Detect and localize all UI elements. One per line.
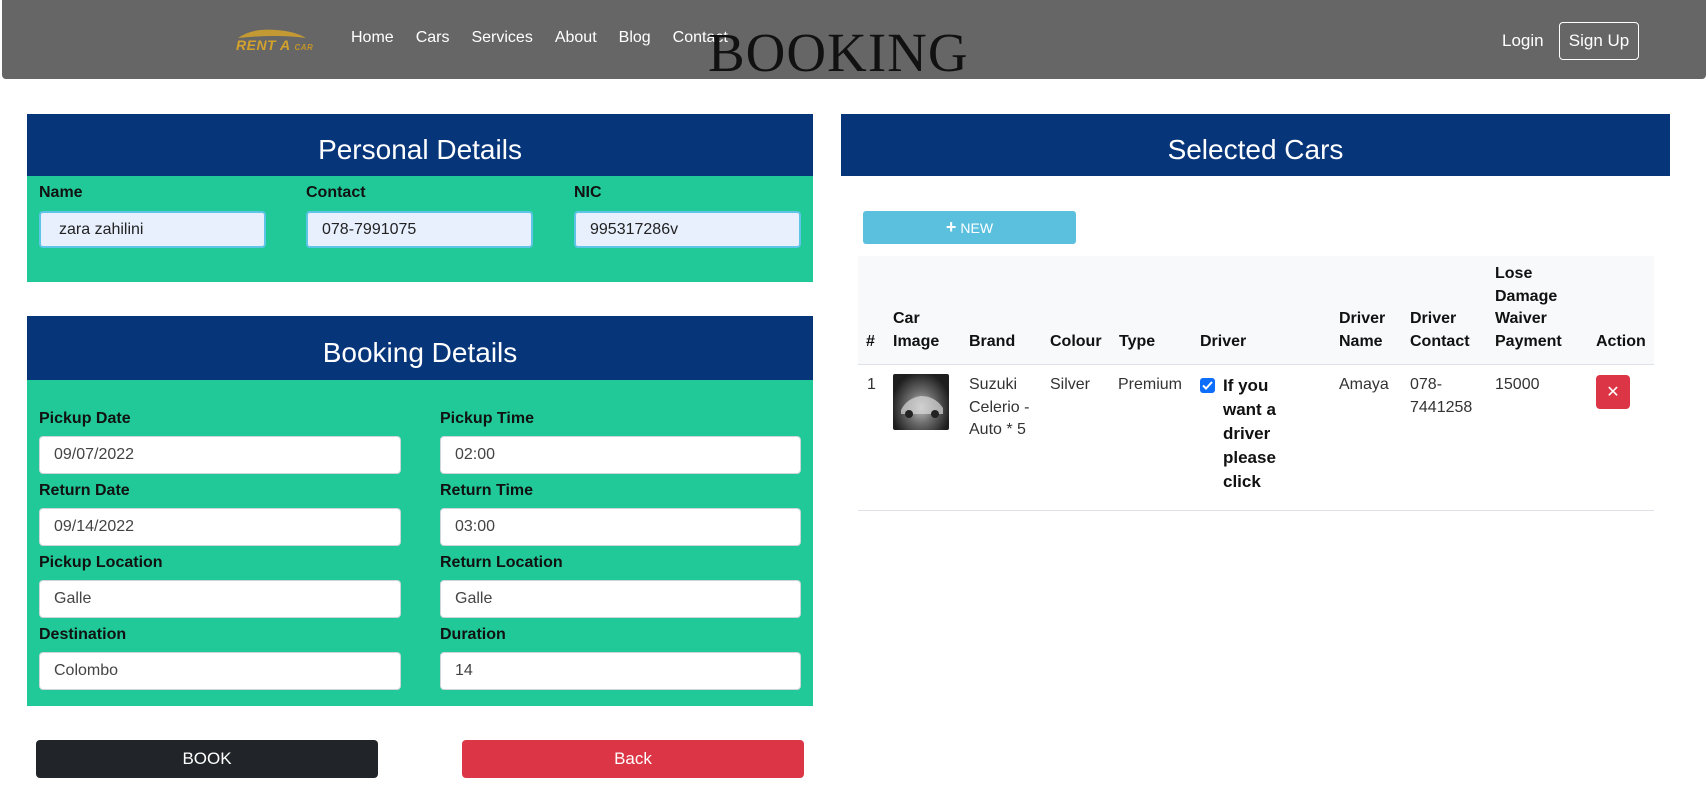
name-field[interactable]: zara zahilini <box>39 211 266 248</box>
new-button-label: NEW <box>960 219 994 236</box>
back-button[interactable]: Back <box>462 740 804 778</box>
nav-blog[interactable]: Blog <box>619 29 651 47</box>
car-thumbnail <box>893 374 949 430</box>
th-ldw-payment: Lose Damage Waiver Payment <box>1495 265 1562 350</box>
pickup-time-label: Pickup Time <box>440 410 534 427</box>
row-index: 1 <box>867 376 876 393</box>
selected-cars-header: Selected Cars <box>841 114 1670 176</box>
booking-details-header: Booking Details <box>27 316 813 380</box>
row-brand: Suzuki Celerio - Auto * 5 <box>969 376 1030 438</box>
return-date-label: Return Date <box>39 482 130 499</box>
plus-icon: + <box>945 217 957 237</box>
th-driver-name: Driver Name <box>1339 310 1386 350</box>
table-row-divider <box>858 510 1654 511</box>
return-time-field[interactable]: 03:00 <box>440 508 801 546</box>
login-link[interactable]: Login <box>1502 31 1544 51</box>
close-icon: ✕ <box>1606 384 1620 401</box>
nic-label: NIC <box>574 184 602 201</box>
th-driver: Driver <box>1200 333 1247 350</box>
page-title: BOOKING <box>708 22 969 83</box>
pickup-date-label: Pickup Date <box>39 410 131 427</box>
personal-details-title: Personal Details <box>318 134 522 165</box>
nav-services[interactable]: Services <box>471 29 532 47</box>
new-car-button[interactable]: + NEW <box>863 211 1076 244</box>
book-button[interactable]: BOOK <box>36 740 378 778</box>
pickup-location-label: Pickup Location <box>39 554 163 571</box>
signup-button[interactable]: Sign Up <box>1559 22 1639 60</box>
selected-cars-title: Selected Cars <box>1167 134 1344 165</box>
return-date-field[interactable]: 09/14/2022 <box>39 508 401 546</box>
logo-text: RENT A CAR <box>236 37 314 53</box>
pickup-date-field[interactable]: 09/07/2022 <box>39 436 401 474</box>
nav-cars[interactable]: Cars <box>416 29 450 47</box>
return-location-field[interactable]: Galle <box>440 580 801 618</box>
logo[interactable]: RENT A CAR <box>232 26 314 54</box>
row-driver-name: Amaya <box>1339 376 1389 393</box>
th-brand: Brand <box>969 333 1016 350</box>
duration-label: Duration <box>440 626 506 643</box>
th-action: Action <box>1596 333 1646 350</box>
row-driver-contact: 078- 7441258 <box>1410 376 1473 416</box>
driver-option-text: If you want a driver please click <box>1223 376 1276 491</box>
duration-field[interactable]: 14 <box>440 652 801 690</box>
row-colour: Silver <box>1050 376 1091 393</box>
delete-row-button[interactable]: ✕ <box>1596 375 1630 409</box>
booking-details-title: Booking Details <box>322 337 518 368</box>
pickup-time-field[interactable]: 02:00 <box>440 436 801 474</box>
pickup-location-field[interactable]: Galle <box>39 580 401 618</box>
check-icon <box>1202 381 1213 390</box>
nav-about[interactable]: About <box>555 29 597 47</box>
nav-links: Home Cars Services About Blog Contact <box>351 29 750 47</box>
destination-label: Destination <box>39 626 127 643</box>
return-location-label: Return Location <box>440 554 563 571</box>
row-ldw-payment: 15000 <box>1495 376 1540 393</box>
nav-home[interactable]: Home <box>351 29 394 47</box>
return-time-label: Return Time <box>440 482 534 499</box>
th-colour: Colour <box>1050 333 1102 350</box>
th-car-image: Car Image <box>893 310 940 350</box>
nic-field[interactable]: 995317286v <box>574 211 801 248</box>
th-type: Type <box>1119 333 1156 350</box>
personal-details-header: Personal Details <box>27 114 813 176</box>
contact-label: Contact <box>306 184 366 201</box>
row-type: Premium <box>1118 376 1183 393</box>
driver-checkbox[interactable] <box>1200 378 1215 393</box>
name-label: Name <box>39 184 83 201</box>
destination-field[interactable]: Colombo <box>39 652 401 690</box>
contact-field[interactable]: 078-7991075 <box>306 211 533 248</box>
th-index: # <box>866 333 875 350</box>
car-icon <box>901 396 943 418</box>
th-driver-contact: Driver Contact <box>1410 310 1470 350</box>
